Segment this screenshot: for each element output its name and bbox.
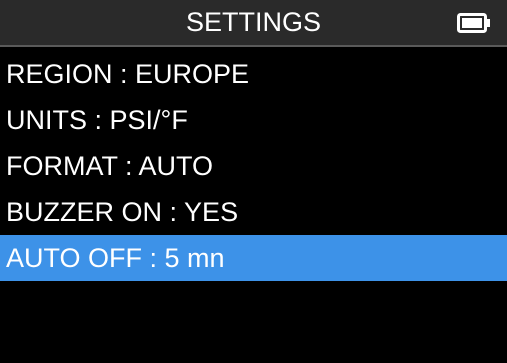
menu-item-units[interactable]: UNITS : PSI/°F (0, 97, 507, 143)
menu-item-label: FORMAT (6, 151, 118, 181)
menu-item-value: 5 mn (164, 243, 225, 273)
menu-item-value: YES (184, 197, 239, 227)
menu-item-buzzer-on[interactable]: BUZZER ON : YES (0, 189, 507, 235)
battery-full-icon (457, 13, 490, 33)
menu-item-separator: : (117, 151, 139, 181)
menu-item-auto-off[interactable]: AUTO OFF : 5 mn (0, 235, 507, 281)
page-title: SETTINGS (185, 7, 321, 37)
header-bar: SETTINGS (0, 0, 507, 47)
menu-item-label: REGION (6, 59, 113, 89)
menu-item-label: AUTO OFF (6, 243, 143, 273)
menu-item-label: BUZZER ON (6, 197, 163, 227)
menu-item-separator: : (162, 197, 185, 227)
settings-menu: REGION : EUROPE UNITS : PSI/°F FORMAT : … (0, 51, 507, 281)
menu-item-value: AUTO (138, 151, 214, 181)
menu-item-value: PSI/°F (109, 105, 188, 135)
menu-item-label: UNITS (6, 105, 87, 135)
menu-item-region[interactable]: REGION : EUROPE (0, 51, 507, 97)
settings-screen: SETTINGS REGION : EUROPE UNITS : PSI/°F … (0, 0, 507, 363)
menu-item-separator: : (112, 59, 136, 89)
menu-item-separator: : (87, 105, 110, 135)
menu-item-format[interactable]: FORMAT : AUTO (0, 143, 507, 189)
menu-item-separator: : (142, 243, 165, 273)
menu-item-value: EUROPE (135, 59, 250, 89)
